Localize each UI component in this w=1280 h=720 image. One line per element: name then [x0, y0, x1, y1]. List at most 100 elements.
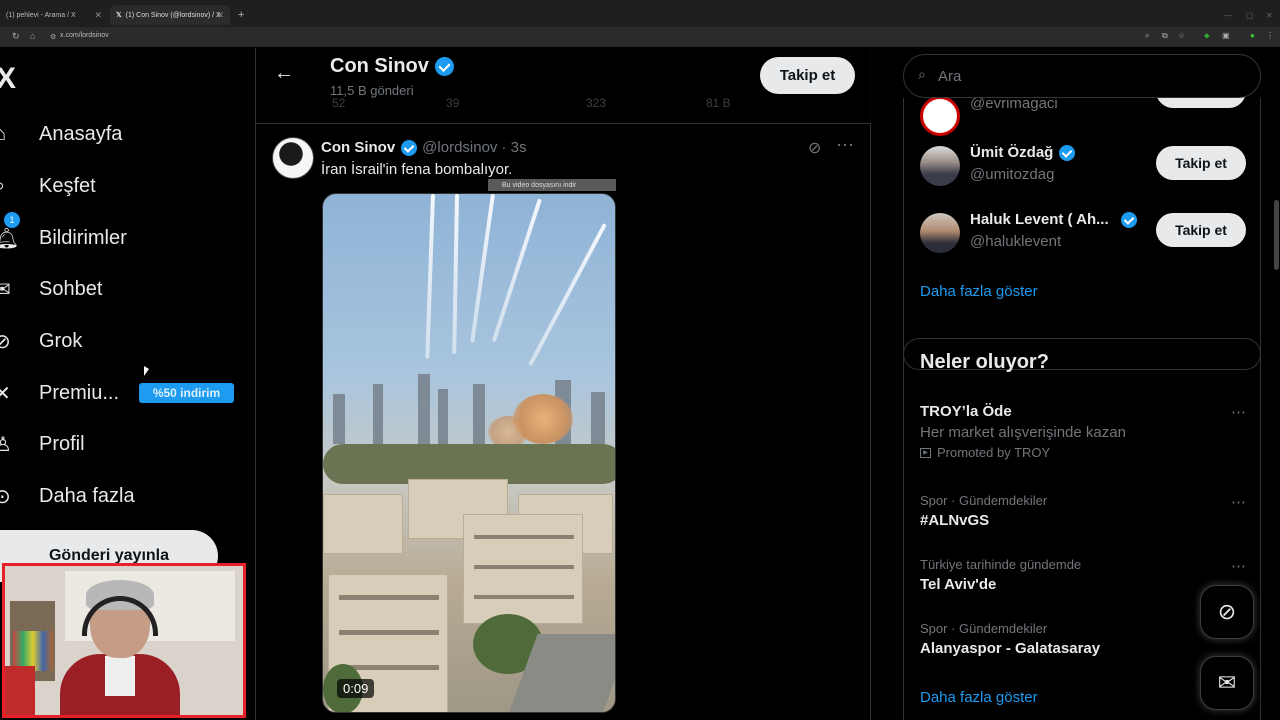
missile-trail	[528, 223, 607, 367]
nav-label: Profil	[39, 432, 85, 455]
trend-description: Her market alışverişinde kazan	[920, 424, 1126, 441]
building-windows	[474, 595, 574, 599]
show-more-link[interactable]: Daha fazla göster	[920, 283, 1038, 300]
maximize-icon[interactable]: ▢	[1240, 5, 1260, 25]
building-windows	[474, 535, 574, 539]
video-duration: 0:09	[337, 679, 375, 698]
skyline-tower	[418, 374, 430, 444]
close-icon[interactable]: ✕	[216, 10, 224, 21]
mail-icon: ✉	[0, 278, 11, 301]
x-icon: ✕	[0, 382, 11, 405]
main-column: 52 39 323 81 B ← Con Sinov 11,5 B gönder…	[255, 48, 871, 720]
right-column: @evrimagaci Ümit Özdağ @umitozdag Takip …	[871, 48, 1280, 720]
grok-float-button[interactable]: ⊘	[1200, 585, 1254, 639]
notification-badge: 1	[4, 212, 20, 228]
tweet-timestamp[interactable]: · 3s	[501, 139, 526, 156]
webcam-person-shirt	[105, 656, 135, 696]
user-handle: @haluklevent	[970, 233, 1062, 250]
bell-icon: 🔔︎	[0, 227, 20, 250]
missile-trail	[470, 194, 495, 343]
browser-tab-active[interactable]: 𝕏 (1) Con Sinov (@lordsinov) / X ✕	[110, 5, 230, 25]
verified-badge-icon	[1120, 211, 1137, 228]
avatar[interactable]	[920, 213, 960, 253]
ghost-reply-count: 52	[332, 96, 346, 110]
follow-button[interactable]: Takip et	[1156, 213, 1246, 247]
new-tab-icon[interactable]: +	[232, 5, 248, 25]
nav-label: Keşfet	[39, 174, 96, 197]
video-download-bar[interactable]: Bu video dosyasını indir	[488, 179, 616, 191]
x-logo[interactable]: X	[0, 62, 16, 96]
extensions-puzzle-icon[interactable]: ▣	[1222, 31, 1230, 40]
tweet-author-handle[interactable]: @lordsinov	[422, 139, 497, 156]
x-logo-icon: 𝕏	[116, 12, 122, 19]
verified-badge-icon	[401, 139, 418, 156]
avatar[interactable]	[272, 137, 314, 179]
reload-icon[interactable]: ↻	[12, 31, 20, 42]
skyline-tower	[373, 384, 383, 444]
tab-title: (1) pehlevi - Arama / X	[6, 11, 76, 19]
user-name-text: Ümit Özdağ	[970, 144, 1054, 161]
follow-button[interactable]: Takip et	[1156, 146, 1246, 180]
zoom-icon[interactable]: ⌕	[1145, 31, 1149, 41]
trend-item[interactable]: Türkiye tarihinde gündemde Tel Aviv'de ⋯	[920, 557, 1246, 593]
promoted-icon: ▶	[920, 447, 931, 458]
more-options-icon[interactable]: ⋯	[1231, 493, 1246, 511]
nav-label: Sohbet	[39, 277, 103, 300]
nav-label: Daha fazla	[39, 484, 135, 507]
search-box[interactable]: ⌕ Ara	[903, 54, 1261, 98]
url-text[interactable]: x.com/lordsinov	[60, 32, 109, 39]
follow-button[interactable]: Takip et	[760, 57, 855, 94]
trend-item[interactable]: Spor · Gündemdekiler #ALNvGS ⋯	[920, 493, 1246, 529]
more-options-icon[interactable]: ⋯	[1231, 557, 1246, 575]
missile-trail	[452, 194, 459, 355]
trend-item[interactable]: Spor · Gündemdekiler Alanyaspor - Galata…	[920, 621, 1246, 657]
grok-icon: ⊘	[0, 330, 11, 353]
tweet-video[interactable]: 0:09	[322, 193, 616, 713]
who-to-follow-item[interactable]: Haluk Levent ( Ah... @haluklevent Takip …	[920, 209, 1246, 257]
user-name: Haluk Levent ( Ah...	[970, 211, 1137, 228]
premium-discount-badge[interactable]: %50 indirim	[139, 383, 234, 403]
search-icon: ⌕	[0, 175, 18, 198]
avatar[interactable]	[920, 96, 960, 136]
minimize-icon[interactable]: —	[1218, 5, 1238, 25]
back-arrow-icon[interactable]: ←	[274, 62, 294, 85]
building-windows	[474, 565, 574, 569]
scrollbar[interactable]	[1274, 200, 1279, 270]
tweet-author-name[interactable]: Con Sinov	[321, 139, 395, 156]
search-input[interactable]: Ara	[938, 68, 961, 85]
messages-float-button[interactable]: ✉	[1200, 656, 1254, 710]
mouse-cursor	[144, 366, 149, 376]
show-more-link[interactable]: Daha fazla göster	[920, 689, 1038, 706]
who-to-follow-item[interactable]: Ümit Özdağ @umitozdag Takip et	[920, 142, 1246, 190]
more-options-icon[interactable]: ⋯	[836, 135, 854, 156]
browser-tab[interactable]: (1) pehlevi - Arama / X ✕	[0, 5, 108, 25]
home-icon: ⌂	[0, 122, 7, 145]
extension-icon[interactable]: ⬥	[1204, 31, 1210, 41]
skyline-tower	[473, 384, 485, 444]
verified-badge-icon	[434, 57, 454, 76]
trend-meta: Spor · Gündemdekiler	[920, 621, 1048, 636]
trend-item-promoted[interactable]: TROY’la Öde Her market alışverişinde kaz…	[920, 403, 1246, 460]
close-icon[interactable]: ✕	[94, 10, 102, 21]
profile-name-text: Con Sinov	[330, 55, 429, 77]
user-handle: @umitozdag	[970, 166, 1055, 183]
install-icon[interactable]: ⧉	[1162, 31, 1168, 41]
ghost-like-count: 323	[586, 96, 607, 110]
skyline-tower	[333, 394, 345, 444]
webcam-overlay	[2, 563, 246, 718]
trend-meta: Spor · Gündemdekiler	[920, 493, 1048, 508]
bookmark-star-icon[interactable]: ☆	[1178, 31, 1185, 40]
site-info-icon[interactable]: ⚙	[50, 33, 56, 41]
grok-icon: ⊘	[1217, 599, 1237, 624]
skyline-tower	[591, 392, 605, 444]
trend-name: Alanyaspor - Galatasaray	[920, 640, 1101, 657]
grok-icon[interactable]: ⊘	[808, 138, 821, 158]
who-to-follow-item-partial[interactable]: @evrimagaci	[920, 74, 1246, 140]
menu-icon[interactable]: ⋮	[1266, 31, 1274, 40]
window-close-icon[interactable]: ✕	[1260, 5, 1279, 25]
building-windows	[339, 630, 439, 635]
home-icon[interactable]: ⌂	[30, 31, 35, 41]
profile-icon[interactable]: ●	[1250, 31, 1255, 40]
more-options-icon[interactable]: ⋯	[1231, 403, 1246, 421]
avatar[interactable]	[920, 146, 960, 186]
